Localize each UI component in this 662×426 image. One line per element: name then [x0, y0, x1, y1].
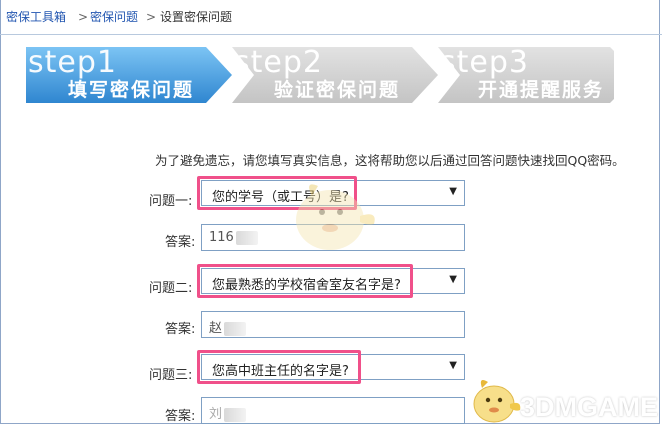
dropdown-arrow-icon: ▼: [449, 360, 457, 371]
breadcrumb-toolbox-link[interactable]: 密保工具箱: [6, 0, 66, 34]
step-3-title: 开通提醒服务: [478, 79, 605, 101]
answer-2-input[interactable]: 赵: [201, 311, 465, 338]
dropdown-arrow-icon: ▼: [449, 274, 457, 285]
redacted-text: [224, 321, 247, 336]
mascot-watermark-icon: [296, 184, 375, 250]
answer-2-label: 答案:: [165, 322, 196, 337]
question-1-label: 问题一:: [149, 194, 193, 209]
answer-3-input[interactable]: 刘: [201, 397, 465, 424]
answer-1-value: 116: [209, 230, 234, 245]
answer-3-label: 答案:: [165, 409, 196, 424]
step-2-title: 验证密保问题: [274, 79, 401, 101]
step-3-indicator: step3 开通提醒服务: [438, 45, 614, 103]
highlight-box: [197, 350, 361, 384]
question-2-label: 问题二:: [149, 281, 193, 296]
step-1-indicator: step1 填写密保问题: [26, 45, 232, 103]
breadcrumb-current: 设置密保问题: [160, 10, 233, 24]
intro-text: 为了避免遗忘，请您填写真实信息，这将帮助您以后通过回答问题快速找回QQ密码。: [155, 153, 625, 168]
step-1-title: 填写密保问题: [68, 79, 195, 101]
redacted-text: [224, 407, 247, 422]
watermark-logo: 3DMGAME: [520, 392, 659, 422]
highlight-box: [197, 264, 413, 298]
breadcrumb-separator: >: [78, 10, 89, 24]
question-3-label: 问题三:: [149, 368, 193, 383]
redacted-text: [235, 230, 258, 245]
mascot-logo-icon: [473, 380, 521, 423]
answer-3-value: 刘: [209, 407, 223, 422]
answer-2-value: 赵: [209, 321, 223, 336]
dropdown-arrow-icon: ▼: [449, 186, 457, 197]
breadcrumb-security-question-link[interactable]: 密保问题: [90, 0, 138, 34]
step-2-indicator: step2 验证密保问题: [232, 45, 438, 103]
breadcrumb-separator: >: [146, 10, 157, 24]
answer-1-label: 答案:: [165, 235, 196, 250]
breadcrumb: 密保工具箱 > 密保问题 > 设置密保问题: [0, 0, 662, 35]
